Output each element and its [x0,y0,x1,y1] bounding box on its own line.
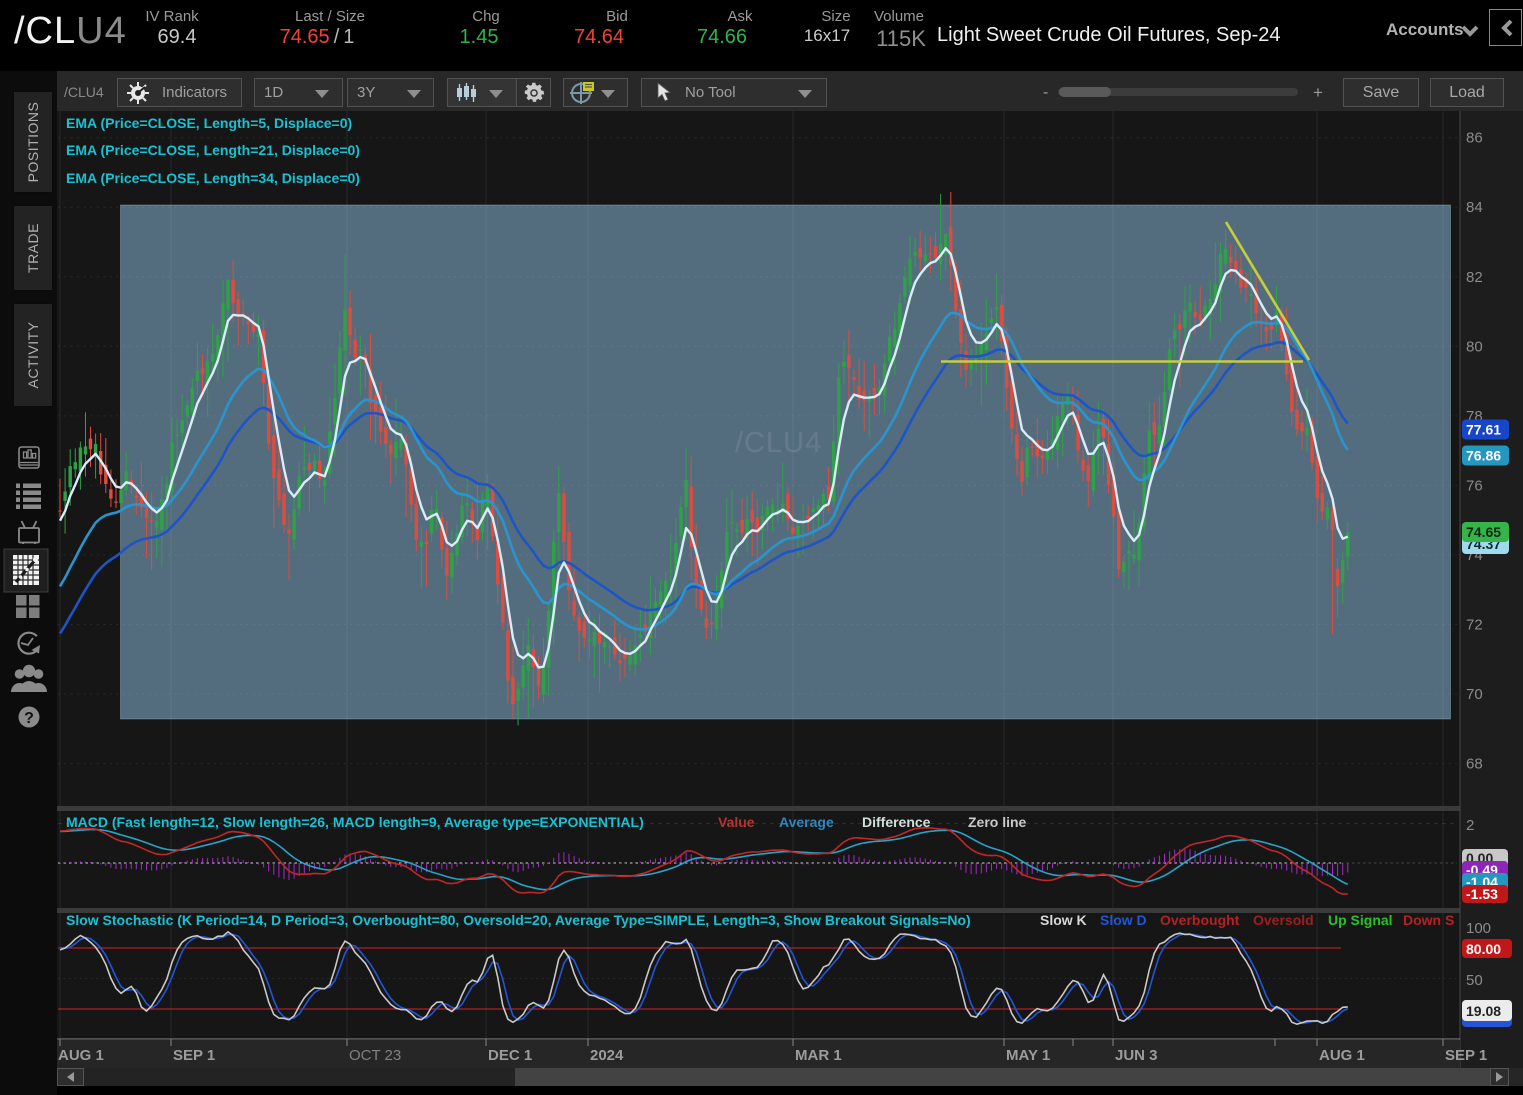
svg-text:76: 76 [1466,477,1483,494]
svg-text:84: 84 [1466,199,1483,216]
svg-text:EMA (Price=CLOSE, Length=21, D: EMA (Price=CLOSE, Length=21, Displace=0) [66,142,360,158]
svg-text:72: 72 [1466,617,1483,634]
svg-text:Difference: Difference [862,814,931,830]
svg-text:19.08: 19.08 [1466,1003,1501,1019]
svg-text:MACD (Fast length=12, Slow len: MACD (Fast length=12, Slow length=26, MA… [66,814,644,830]
svg-text:82: 82 [1466,269,1483,286]
svg-text:Up Signal: Up Signal [1328,912,1393,928]
svg-text:80.00: 80.00 [1466,941,1501,957]
svg-text:Overbought: Overbought [1160,912,1240,928]
svg-text:DEC 1: DEC 1 [488,1047,532,1064]
svg-text:68: 68 [1466,756,1483,773]
svg-text:2: 2 [1466,817,1474,834]
svg-text:-1.53: -1.53 [1466,886,1498,902]
svg-text:EMA (Price=CLOSE, Length=34, D: EMA (Price=CLOSE, Length=34, Displace=0) [66,170,360,186]
svg-text:Average: Average [779,814,834,830]
svg-text:77.61: 77.61 [1466,422,1501,438]
svg-text:74.65: 74.65 [1466,524,1501,540]
svg-text:76.86: 76.86 [1466,448,1501,464]
svg-text:70: 70 [1466,686,1483,703]
svg-text:Slow K: Slow K [1040,912,1087,928]
svg-text:MAR 1: MAR 1 [795,1047,842,1064]
svg-text:Slow Stochastic (K Period=14,: Slow Stochastic (K Period=14, D Period=3… [66,912,971,928]
svg-text:86: 86 [1466,130,1483,147]
svg-text:MAY 1: MAY 1 [1006,1047,1050,1064]
svg-text:SEP 1: SEP 1 [1445,1047,1487,1064]
svg-text:Zero line: Zero line [968,814,1027,830]
svg-text:50: 50 [1466,972,1483,989]
svg-text:AUG 1: AUG 1 [1319,1047,1365,1064]
svg-text:Down S: Down S [1403,912,1454,928]
svg-text:OCT 23: OCT 23 [349,1047,401,1064]
svg-text:Oversold: Oversold [1253,912,1314,928]
svg-text:?: ? [24,710,34,727]
svg-text:Slow D: Slow D [1100,912,1147,928]
svg-text:Value: Value [718,814,755,830]
svg-text:/CLU4: /CLU4 [735,427,822,459]
svg-text:EMA (Price=CLOSE, Length=5, Di: EMA (Price=CLOSE, Length=5, Displace=0) [66,115,352,131]
svg-text:JUN 3: JUN 3 [1115,1047,1158,1064]
svg-text:AUG 1: AUG 1 [58,1047,104,1064]
svg-text:100: 100 [1466,920,1491,937]
svg-text:SEP 1: SEP 1 [173,1047,215,1064]
svg-text:2024: 2024 [590,1047,624,1064]
svg-text:80: 80 [1466,338,1483,355]
